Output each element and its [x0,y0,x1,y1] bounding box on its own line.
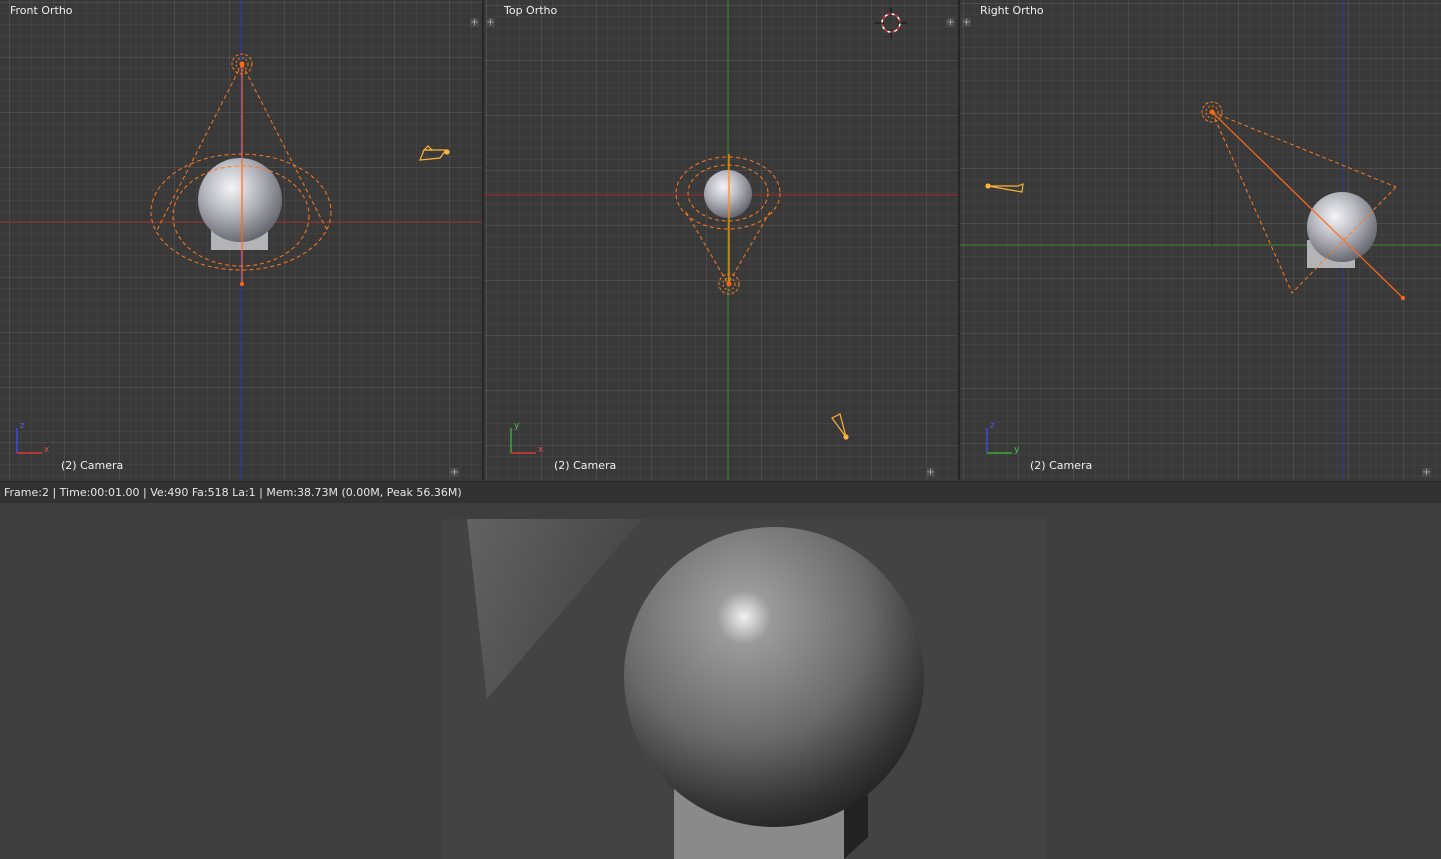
render-status-text: Frame:2 | Time:00:01.00 | Ve:490 Fa:518 … [4,486,462,499]
sphere-object [704,170,752,218]
viewport-title: Front Ortho [10,4,73,17]
plus-icon[interactable]: + [1422,468,1431,478]
viewport-front-ortho[interactable]: z x Front Ortho (2) Camera + + [0,0,482,480]
axis-gizmo: y x [510,421,544,455]
viewport-camera-label: (2) Camera [1030,459,1093,472]
svg-text:y: y [1014,445,1020,455]
plus-icon[interactable]: + [962,18,971,28]
viewport-title: Right Ortho [980,4,1044,17]
axis-gizmo: z y [986,421,1020,455]
plus-icon[interactable]: + [450,468,459,478]
camera-icon [831,413,849,440]
front-scene: z x [0,0,482,480]
axis-gizmo: z x [16,421,50,455]
plus-icon[interactable]: + [926,468,935,478]
svg-text:z: z [20,421,25,431]
plus-icon[interactable]: + [946,18,955,28]
plus-icon[interactable]: + [486,18,495,28]
render-result-area[interactable] [0,503,1441,859]
plus-icon[interactable]: + [470,18,479,28]
render-status-bar: Frame:2 | Time:00:01.00 | Ve:490 Fa:518 … [0,481,1441,503]
viewport-top-ortho[interactable]: y x + Top Ortho (2) Camera + + [484,0,958,480]
right-scene: z y [960,0,1441,480]
top-scene: y x [484,0,958,480]
sphere-object [1307,192,1377,262]
viewport-camera-label: (2) Camera [61,459,124,472]
camera-icon [419,145,450,161]
rendered-sphere [624,527,924,827]
viewport-right-ortho[interactable]: z y + Right Ortho (2) Camera + [960,0,1441,480]
svg-text:z: z [990,421,995,431]
svg-text:x: x [44,445,50,455]
viewport-camera-label: (2) Camera [554,459,617,472]
render-image [442,519,1047,859]
svg-text:x: x [538,445,544,455]
viewport-title: Top Ortho [504,4,558,17]
3d-cursor-icon [875,7,907,39]
camera-icon [985,183,1024,193]
svg-text:y: y [514,421,520,431]
